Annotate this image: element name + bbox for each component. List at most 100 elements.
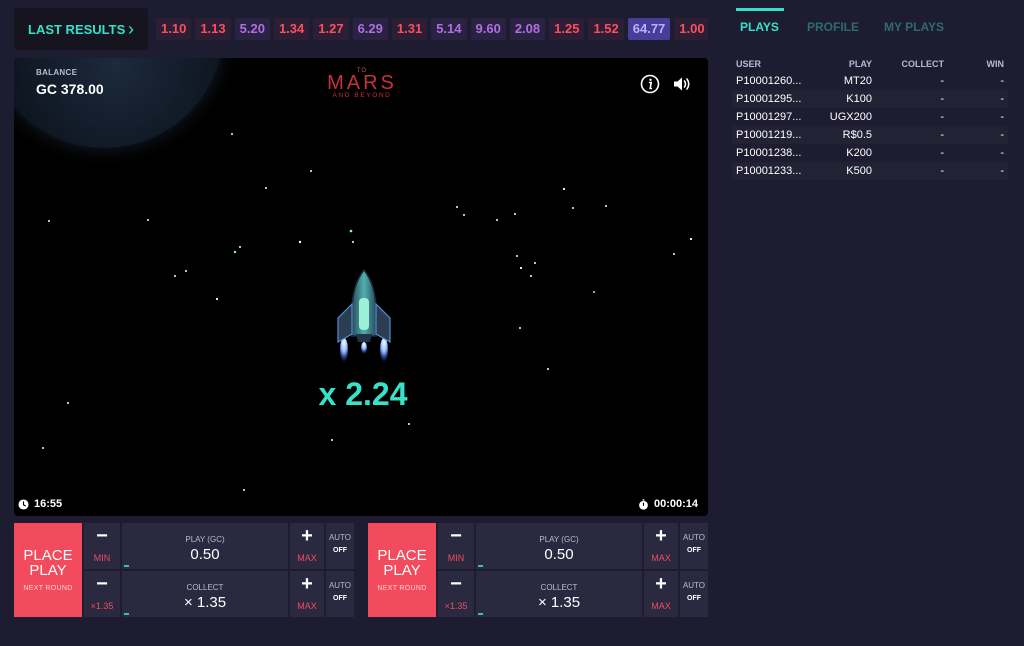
play-max-button[interactable]: + MAX xyxy=(644,523,678,569)
auto-value: OFF xyxy=(687,547,701,554)
auto-label: AUTO xyxy=(682,533,706,542)
collect-max-button[interactable]: + MAX xyxy=(290,571,324,617)
auto-value: OFF xyxy=(333,547,347,554)
row-user: P10001260... xyxy=(736,75,802,87)
min-label: ×1.35 xyxy=(444,601,468,611)
row-user: P10001233... xyxy=(736,165,802,177)
place-play-label: PLACE PLAY xyxy=(377,547,427,579)
result-chip: 1.10 xyxy=(156,18,192,40)
plus-icon: + xyxy=(301,525,313,547)
min-label: ×1.35 xyxy=(90,601,114,611)
minus-icon: − xyxy=(450,525,462,547)
row-user: P10001238... xyxy=(736,147,802,159)
play-amount-row: − MIN PLAY (GC) 0.50 + MAX AUTO OFF xyxy=(438,523,708,569)
collect-input[interactable]: COLLECT × 1.35 xyxy=(122,571,288,617)
min-label: MIN xyxy=(447,553,465,563)
chevron-right-icon: › xyxy=(128,18,134,39)
result-chip: 1.31 xyxy=(391,18,428,40)
row-collect: - xyxy=(940,165,944,177)
table-body: P10001260... MT20 - - P10001295... K100 … xyxy=(732,72,1008,180)
row-play: K100 xyxy=(846,93,872,105)
table-row: P10001233... K500 - - xyxy=(732,162,1008,180)
play-min-button[interactable]: − MIN xyxy=(84,523,120,569)
last-results-button[interactable]: LAST RESULTS › xyxy=(14,8,148,50)
row-win: - xyxy=(1000,75,1004,87)
max-label: MAX xyxy=(297,553,317,563)
balance-value: GC 378.00 xyxy=(36,81,104,97)
play-amount-value: 0.50 xyxy=(544,546,574,563)
place-play-label: PLACE PLAY xyxy=(23,547,73,579)
auto-label: AUTO xyxy=(682,581,706,590)
result-chip: 1.27 xyxy=(313,18,349,40)
row-win: - xyxy=(1000,93,1004,105)
tab-my-plays[interactable]: MY PLAYS xyxy=(884,20,944,34)
last-results-label: LAST RESULTS xyxy=(28,21,126,37)
auto-play-toggle[interactable]: AUTO OFF xyxy=(680,523,708,569)
max-label: MAX xyxy=(297,601,317,611)
play-min-button[interactable]: − MIN xyxy=(438,523,474,569)
plus-icon: + xyxy=(301,573,313,595)
row-win: - xyxy=(1000,111,1004,123)
collect-min-button[interactable]: − ×1.35 xyxy=(84,571,120,617)
collect-value: × 1.35 xyxy=(183,594,227,611)
row-win: - xyxy=(1000,129,1004,141)
min-label: MIN xyxy=(93,553,111,563)
table-row: P10001260... MT20 - - xyxy=(732,72,1008,90)
table-row: P10001295... K100 - - xyxy=(732,90,1008,108)
play-amount-label: PLAY (GC) xyxy=(185,535,225,544)
auto-value: OFF xyxy=(333,595,347,602)
clock-time: 16:55 xyxy=(18,498,62,510)
collect-value: × 1.35 xyxy=(537,594,581,611)
row-collect: - xyxy=(940,129,944,141)
play-max-button[interactable]: + MAX xyxy=(290,523,324,569)
minus-icon: − xyxy=(450,573,462,595)
place-play-button[interactable]: PLACE PLAY NEXT ROUND xyxy=(14,523,82,617)
auto-play-toggle[interactable]: AUTO OFF xyxy=(326,523,354,569)
plays-table: USER PLAY COLLECT WIN P10001260... MT20 … xyxy=(732,56,1008,180)
info-icon[interactable] xyxy=(640,74,660,94)
row-collect: - xyxy=(940,93,944,105)
row-win: - xyxy=(1000,165,1004,177)
table-row: P10001219... R$0.5 - - xyxy=(732,126,1008,144)
result-chip: 5.20 xyxy=(234,18,270,40)
row-play: K500 xyxy=(846,165,872,177)
result-chip: 1.25 xyxy=(549,18,585,40)
row-user: P10001295... xyxy=(736,93,802,105)
table-row: P10001297... UGX200 - - xyxy=(732,108,1008,126)
clock-icon xyxy=(18,498,29,510)
play-amount-input[interactable]: PLAY (GC) 0.50 xyxy=(476,523,642,569)
collect-max-button[interactable]: + MAX xyxy=(644,571,678,617)
accent-tick xyxy=(124,613,129,615)
auto-collect-toggle[interactable]: AUTO OFF xyxy=(326,571,354,617)
row-collect: - xyxy=(940,147,944,159)
collect-input[interactable]: COLLECT × 1.35 xyxy=(476,571,642,617)
row-play: K200 xyxy=(846,147,872,159)
side-tabs: PLAYS PROFILE MY PLAYS xyxy=(736,0,1024,46)
next-round-label: NEXT ROUND xyxy=(377,585,427,592)
auto-label: AUTO xyxy=(328,533,352,542)
row-play: UGX200 xyxy=(829,111,872,123)
auto-collect-toggle[interactable]: AUTO OFF xyxy=(680,571,708,617)
plus-icon: + xyxy=(655,573,667,595)
result-chip: 1.52 xyxy=(588,18,624,40)
tab-profile[interactable]: PROFILE xyxy=(807,20,859,34)
collect-row: − ×1.35 COLLECT × 1.35 + MAX AUTO OFF xyxy=(438,571,708,617)
row-user: P10001297... xyxy=(736,111,802,123)
place-play-button[interactable]: PLACE PLAY NEXT ROUND xyxy=(368,523,436,617)
play-amount-label: PLAY (GC) xyxy=(539,535,579,544)
header-user: USER xyxy=(736,59,762,69)
game-logo: TO MARS AND BEYOND xyxy=(316,68,408,99)
results-chips: 1.10 1.13 5.20 1.34 1.27 6.29 1.31 5.14 … xyxy=(156,18,708,40)
tab-plays[interactable]: PLAYS xyxy=(740,20,779,34)
collect-min-button[interactable]: − ×1.35 xyxy=(438,571,474,617)
result-chip: 1.13 xyxy=(195,18,231,40)
row-collect: - xyxy=(940,111,944,123)
accent-tick xyxy=(478,613,483,615)
stopwatch-icon xyxy=(639,498,648,510)
play-amount-input[interactable]: PLAY (GC) 0.50 xyxy=(122,523,288,569)
sound-icon[interactable] xyxy=(672,74,692,94)
elapsed-time-value: 00:00:14 xyxy=(654,498,699,510)
result-chip: 1.34 xyxy=(273,18,310,40)
accent-tick xyxy=(478,565,483,567)
elapsed-time: 00:00:14 xyxy=(638,498,698,510)
